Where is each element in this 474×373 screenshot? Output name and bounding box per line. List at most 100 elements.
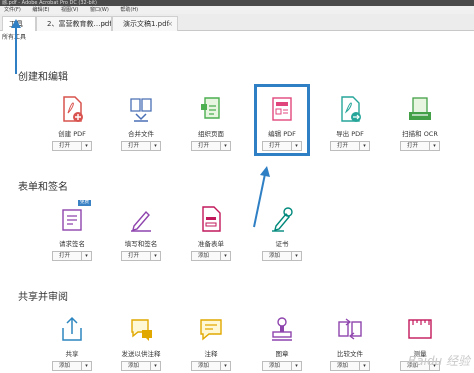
all-tools-link[interactable]: 所有工具 [0,32,474,44]
button-label: 打开 [128,253,140,259]
close-icon[interactable]: × [167,17,173,31]
open-button[interactable]: 打开 ▾ [121,141,161,151]
menu-help[interactable]: 帮助(H) [120,6,138,14]
edit-pdf-icon [272,97,292,121]
button-label: 打开 [407,143,419,149]
chevron-down-icon[interactable]: ▾ [81,362,91,370]
add-button[interactable]: 添加 ▾ [52,361,92,371]
chevron-down-icon[interactable]: ▾ [291,142,301,150]
watermark: Baidu 经验 [408,354,470,368]
button-label: 添加 [128,363,140,369]
tool-request-signature[interactable]: 免费 请求签名 打开 ▾ [42,200,102,261]
chevron-down-icon[interactable]: ▾ [220,362,230,370]
close-icon[interactable]: × [101,17,107,31]
open-button[interactable]: 打开 ▾ [52,251,92,261]
tool-scan-ocr[interactable]: 扫描和 OCR 打开 ▾ [390,94,450,151]
tool-export-pdf[interactable]: 导出 PDF 打开 ▾ [320,94,380,151]
tab-document-1[interactable]: 2、富营教育教…pdf × [36,16,112,31]
stamp-icon [272,317,292,341]
organize-pages-icon [201,97,220,119]
combine-files-icon [130,98,152,122]
add-button[interactable]: 添加 ▾ [330,361,370,371]
add-button[interactable]: 添加 ▾ [262,251,302,261]
button-label: 打开 [59,143,71,149]
tab-document-2[interactable]: 演示文稿1.pdf × [112,16,178,31]
tool-certificates[interactable]: 证书 添加 ▾ [252,204,312,261]
chevron-down-icon[interactable]: ▾ [150,362,160,370]
button-label: 添加 [269,363,281,369]
tool-fill-sign[interactable]: 填写和签名 打开 ▾ [111,204,171,261]
open-button[interactable]: 打开 ▾ [52,141,92,151]
scan-ocr-icon [409,97,431,120]
button-label: 打开 [269,143,281,149]
chevron-down-icon[interactable]: ▾ [220,142,230,150]
tool-combine-files[interactable]: 合并文件 打开 ▾ [111,94,171,151]
tool-label: 发送以供注释 [121,350,161,358]
tool-send-for-comments[interactable]: 发送以供注释 添加 ▾ [111,314,171,371]
tool-label: 合并文件 [128,130,154,138]
chevron-down-icon[interactable]: ▾ [359,142,369,150]
tool-label: 编辑 PDF [268,130,296,138]
open-button[interactable]: 打开 ▾ [330,141,370,151]
button-label: 添加 [198,253,210,259]
section-title-create-edit: 创建和编辑 [18,72,68,83]
create-pdf-icon [63,96,83,122]
chevron-down-icon[interactable]: ▾ [359,362,369,370]
button-label: 打开 [337,143,349,149]
tool-prepare-form[interactable]: 准备表单 添加 ▾ [181,204,241,261]
request-signature-icon [62,209,82,231]
button-label: 添加 [198,363,210,369]
tool-label: 填写和签名 [124,240,158,248]
tool-label: 组织页面 [198,130,224,138]
tool-organize-pages[interactable]: 组织页面 打开 ▾ [181,94,241,151]
fill-sign-icon [131,210,151,232]
button-label: 打开 [59,253,71,259]
button-label: 添加 [337,363,349,369]
open-button[interactable]: 打开 ▾ [400,141,440,151]
tool-create-pdf[interactable]: 创建 PDF 打开 ▾ [42,94,102,151]
tab-bar: 工具 2、富营教育教…pdf × 演示文稿1.pdf × [0,14,474,31]
chevron-down-icon[interactable]: ▾ [150,142,160,150]
add-button[interactable]: 添加 ▾ [191,251,231,261]
section-title-forms-sign: 表单和签名 [18,182,68,193]
button-label: 添加 [59,363,71,369]
add-button[interactable]: 添加 ▾ [262,361,302,371]
tool-label: 共享 [65,350,79,358]
comment-icon [200,319,222,341]
free-badge: 免费 [78,200,91,206]
send-for-comments-icon [131,319,152,341]
export-pdf-icon [341,96,361,122]
menu-edit[interactable]: 编辑(E) [32,6,49,14]
tool-label: 注释 [204,350,218,358]
menu-window[interactable]: 窗口(W) [90,6,109,14]
open-button[interactable]: 打开 ▾ [262,141,302,151]
tool-edit-pdf[interactable]: 编辑 PDF 打开 ▾ [252,94,312,151]
tool-label: 图章 [275,350,289,358]
tool-compare-files[interactable]: 比较文件 添加 ▾ [320,314,380,371]
chevron-down-icon[interactable]: ▾ [81,252,91,260]
menu-view[interactable]: 视图(V) [61,6,78,14]
menu-file[interactable]: 文件(F) [4,6,21,14]
share-icon [62,316,82,341]
chevron-down-icon[interactable]: ▾ [81,142,91,150]
section-title-share-review: 共享并审阅 [18,292,68,303]
tool-label: 扫描和 OCR [402,130,438,138]
tool-comment[interactable]: 注释 添加 ▾ [181,314,241,371]
add-button[interactable]: 添加 ▾ [121,361,161,371]
tool-label: 比较文件 [337,350,363,358]
chevron-down-icon[interactable]: ▾ [150,252,160,260]
tool-stamp[interactable]: 图章 添加 ▾ [252,314,312,371]
add-button[interactable]: 添加 ▾ [191,361,231,371]
chevron-down-icon[interactable]: ▾ [291,252,301,260]
tool-label: 导出 PDF [336,130,364,138]
menu-bar: 文件(F) 编辑(E) 视图(V) 窗口(W) 帮助(H) [0,6,474,14]
chevron-down-icon[interactable]: ▾ [291,362,301,370]
button-label: 添加 [269,253,281,259]
tool-label: 请求签名 [59,240,85,248]
chevron-down-icon[interactable]: ▾ [220,252,230,260]
tab-document-2-label: 演示文稿1.pdf [123,20,170,28]
open-button[interactable]: 打开 ▾ [191,141,231,151]
chevron-down-icon[interactable]: ▾ [429,142,439,150]
open-button[interactable]: 打开 ▾ [121,251,161,261]
tool-share[interactable]: 共享 添加 ▾ [42,314,102,371]
